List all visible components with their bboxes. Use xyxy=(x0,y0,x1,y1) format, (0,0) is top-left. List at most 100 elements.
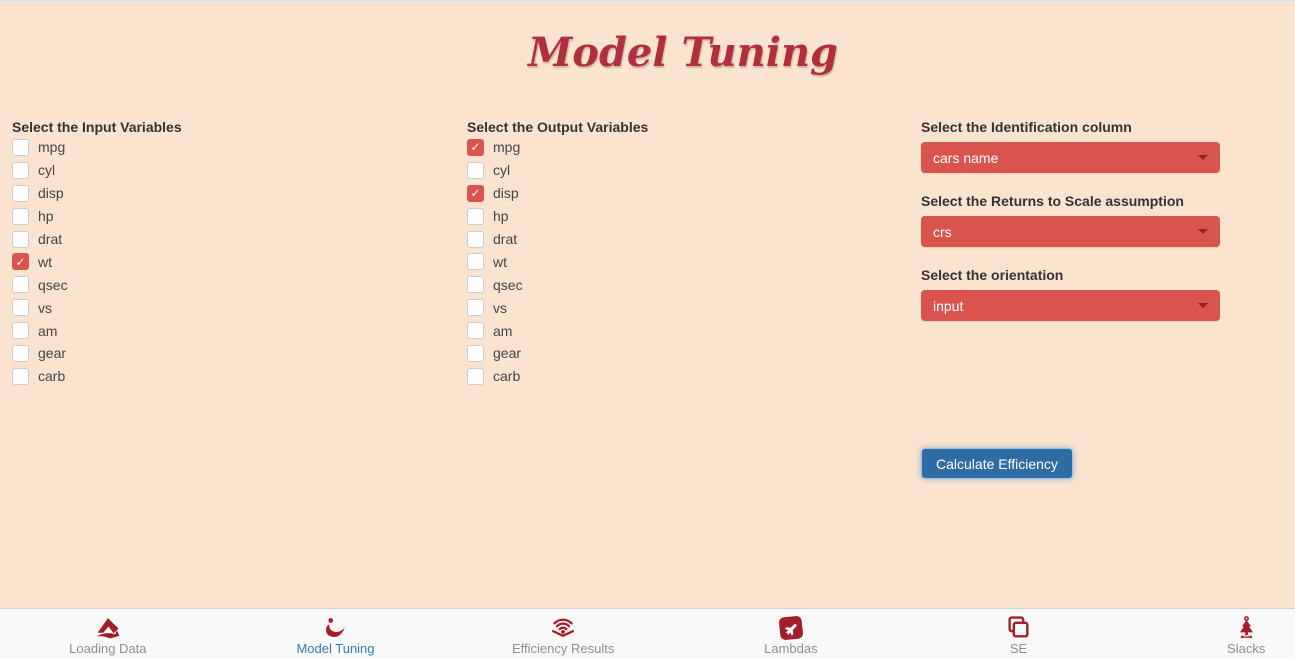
tab-efficiency-results[interactable]: Efficiency Results xyxy=(449,609,677,659)
checkbox-label: hp xyxy=(493,208,509,224)
checkbox-label: drat xyxy=(38,231,62,247)
input-variables-group: ✓ mpg ✓ cyl ✓ disp ✓ hp ✓ drat ✓ wt ✓ xyxy=(12,136,452,388)
tab-label: Lambdas xyxy=(764,642,817,656)
pine-tree-icon xyxy=(1234,614,1259,641)
checkbox[interactable]: ✓ xyxy=(12,185,29,202)
checkbox-option[interactable]: ✓ carb xyxy=(12,365,452,388)
output-variables-group: ✓ mpg ✓ cyl ✓ disp ✓ hp ✓ drat ✓ wt ✓ xyxy=(467,136,907,388)
checkbox-option[interactable]: ✓ wt xyxy=(12,250,452,273)
tab-slacks[interactable]: Slacks xyxy=(1132,609,1295,659)
checkbox[interactable]: ✓ xyxy=(467,139,484,156)
identification-value: cars name xyxy=(933,150,998,166)
checkbox[interactable]: ✓ xyxy=(12,368,29,385)
checkbox[interactable]: ✓ xyxy=(12,299,29,316)
checkbox[interactable]: ✓ xyxy=(467,253,484,270)
checkbox-label: wt xyxy=(38,254,52,270)
bottom-tab-bar: Loading Data Model Tuning xyxy=(0,608,1295,659)
tab-label: Loading Data xyxy=(69,642,146,656)
checkbox[interactable]: ✓ xyxy=(467,368,484,385)
checkbox-option[interactable]: ✓ hp xyxy=(12,205,452,228)
tab-se[interactable]: SE xyxy=(905,609,1133,659)
checkbox-label: disp xyxy=(38,185,64,201)
checkbox[interactable]: ✓ xyxy=(467,276,484,293)
checkbox-label: wt xyxy=(493,254,507,270)
check-icon: ✓ xyxy=(470,141,480,153)
returns-to-scale-select[interactable]: crs xyxy=(921,216,1220,247)
checkbox-label: carb xyxy=(493,368,520,384)
input-variables-heading: Select the Input Variables xyxy=(12,119,452,135)
checkbox-option[interactable]: ✓ am xyxy=(12,319,452,342)
tab-bar-inner: Loading Data Model Tuning xyxy=(0,609,1295,659)
caret-down-icon xyxy=(1198,229,1208,234)
checkbox-option[interactable]: ✓ cyl xyxy=(467,159,907,182)
orientation-label: Select the orientation xyxy=(921,267,1220,283)
checkbox-option[interactable]: ✓ vs xyxy=(467,296,907,319)
checkbox-label: disp xyxy=(493,185,519,201)
tab-label: Model Tuning xyxy=(296,642,374,656)
checkbox-option[interactable]: ✓ hp xyxy=(467,205,907,228)
checkbox-option[interactable]: ✓ mpg xyxy=(467,136,907,159)
orientation-value: input xyxy=(933,298,963,314)
checkbox-option[interactable]: ✓ disp xyxy=(12,182,452,205)
settings-panel: Select the Identification column cars na… xyxy=(921,119,1220,341)
checkbox[interactable]: ✓ xyxy=(467,299,484,316)
identification-select[interactable]: cars name xyxy=(921,142,1220,173)
checkbox-label: gear xyxy=(38,345,66,361)
checkbox-label: cyl xyxy=(38,162,55,178)
checkbox-option[interactable]: ✓ disp xyxy=(467,182,907,205)
caret-down-icon xyxy=(1198,155,1208,160)
checkbox[interactable]: ✓ xyxy=(12,139,29,156)
page-title: Model Tuning xyxy=(0,30,1295,76)
checkbox[interactable]: ✓ xyxy=(12,276,29,293)
checkbox-option[interactable]: ✓ qsec xyxy=(467,273,907,296)
tab-label: Slacks xyxy=(1227,642,1265,656)
checkbox-option[interactable]: ✓ drat xyxy=(12,228,452,251)
checkbox[interactable]: ✓ xyxy=(467,185,484,202)
checkbox[interactable]: ✓ xyxy=(12,345,29,362)
checkbox-option[interactable]: ✓ drat xyxy=(467,228,907,251)
returns-to-scale-value: crs xyxy=(933,224,952,240)
checkbox-option[interactable]: ✓ am xyxy=(467,319,907,342)
checkbox[interactable]: ✓ xyxy=(12,322,29,339)
checkbox-option[interactable]: ✓ vs xyxy=(12,296,452,319)
checkbox-option[interactable]: ✓ wt xyxy=(467,250,907,273)
checkbox-label: qsec xyxy=(493,277,523,293)
tab-loading-data[interactable]: Loading Data xyxy=(0,609,222,659)
checkbox[interactable]: ✓ xyxy=(12,208,29,225)
calculate-efficiency-button[interactable]: Calculate Efficiency xyxy=(921,448,1073,479)
checkbox-label: mpg xyxy=(38,139,65,155)
input-variables-panel: Select the Input Variables ✓ mpg ✓ cyl ✓… xyxy=(12,119,452,388)
checkbox[interactable]: ✓ xyxy=(467,162,484,179)
caret-down-icon xyxy=(1198,303,1208,308)
checkbox-option[interactable]: ✓ qsec xyxy=(12,273,452,296)
checkbox-option[interactable]: ✓ gear xyxy=(467,342,907,365)
airplane-square-icon xyxy=(778,614,804,641)
orientation-select[interactable]: input xyxy=(921,290,1220,321)
checkbox-label: qsec xyxy=(38,277,68,293)
checkbox[interactable]: ✓ xyxy=(12,253,29,270)
returns-to-scale-label: Select the Returns to Scale assumption xyxy=(921,193,1220,209)
checkbox[interactable]: ✓ xyxy=(467,231,484,248)
checkbox-option[interactable]: ✓ gear xyxy=(12,342,452,365)
checkbox[interactable]: ✓ xyxy=(467,345,484,362)
tab-model-tuning[interactable]: Model Tuning xyxy=(222,609,450,659)
checkbox-option[interactable]: ✓ mpg xyxy=(12,136,452,159)
audible-a-icon xyxy=(93,614,123,641)
checkbox[interactable]: ✓ xyxy=(467,322,484,339)
checkbox[interactable]: ✓ xyxy=(12,231,29,248)
check-icon: ✓ xyxy=(470,187,480,199)
identification-label: Select the Identification column xyxy=(921,119,1220,135)
checkbox-label: hp xyxy=(38,208,54,224)
tab-lambdas[interactable]: Lambdas xyxy=(677,609,905,659)
checkbox[interactable]: ✓ xyxy=(12,162,29,179)
tab-label: Efficiency Results xyxy=(512,642,614,656)
checkbox-label: carb xyxy=(38,368,65,384)
checkbox-option[interactable]: ✓ cyl xyxy=(12,159,452,182)
tab-label: SE xyxy=(1010,642,1027,656)
checkbox-option[interactable]: ✓ carb xyxy=(467,365,907,388)
crescent-swoosh-icon xyxy=(322,614,349,641)
page-content: Model Tuning Select the Input Variables … xyxy=(0,0,1295,659)
check-icon: ✓ xyxy=(15,256,25,268)
checkbox[interactable]: ✓ xyxy=(467,208,484,225)
output-variables-panel: Select the Output Variables ✓ mpg ✓ cyl … xyxy=(467,119,907,388)
